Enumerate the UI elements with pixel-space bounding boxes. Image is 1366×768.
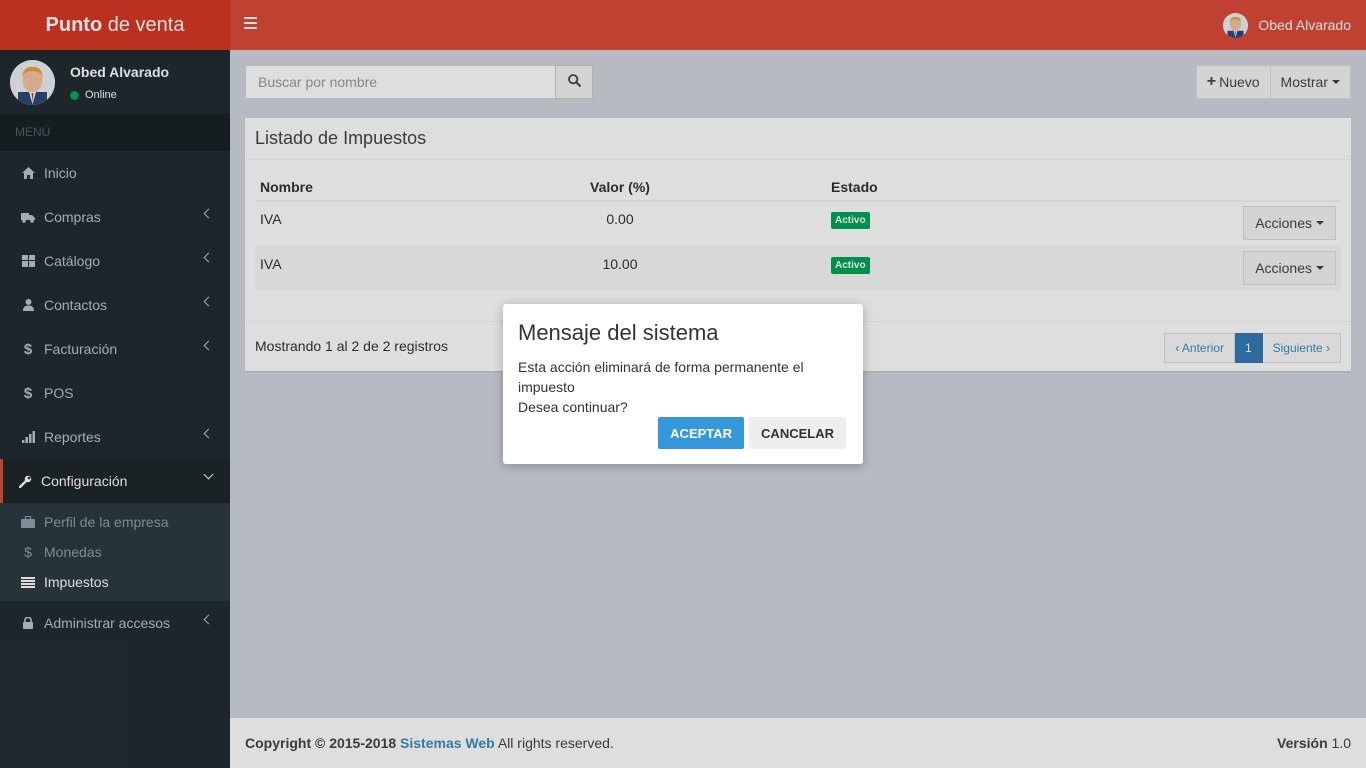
confirm-dialog: Mensaje del sistema Esta acción eliminar…: [503, 304, 863, 464]
dialog-title: Mensaje del sistema: [518, 320, 719, 345]
dialog-line-2: Desea continuar?: [518, 399, 628, 415]
dialog-line-1: Esta acción eliminará de forma permanent…: [518, 359, 804, 395]
dialog-actions: ACEPTAR CANCELAR: [658, 417, 846, 449]
dialog-message: Esta acción eliminará de forma permanent…: [518, 357, 853, 417]
accept-button[interactable]: ACEPTAR: [658, 417, 745, 449]
cancel-button[interactable]: CANCELAR: [749, 417, 846, 449]
